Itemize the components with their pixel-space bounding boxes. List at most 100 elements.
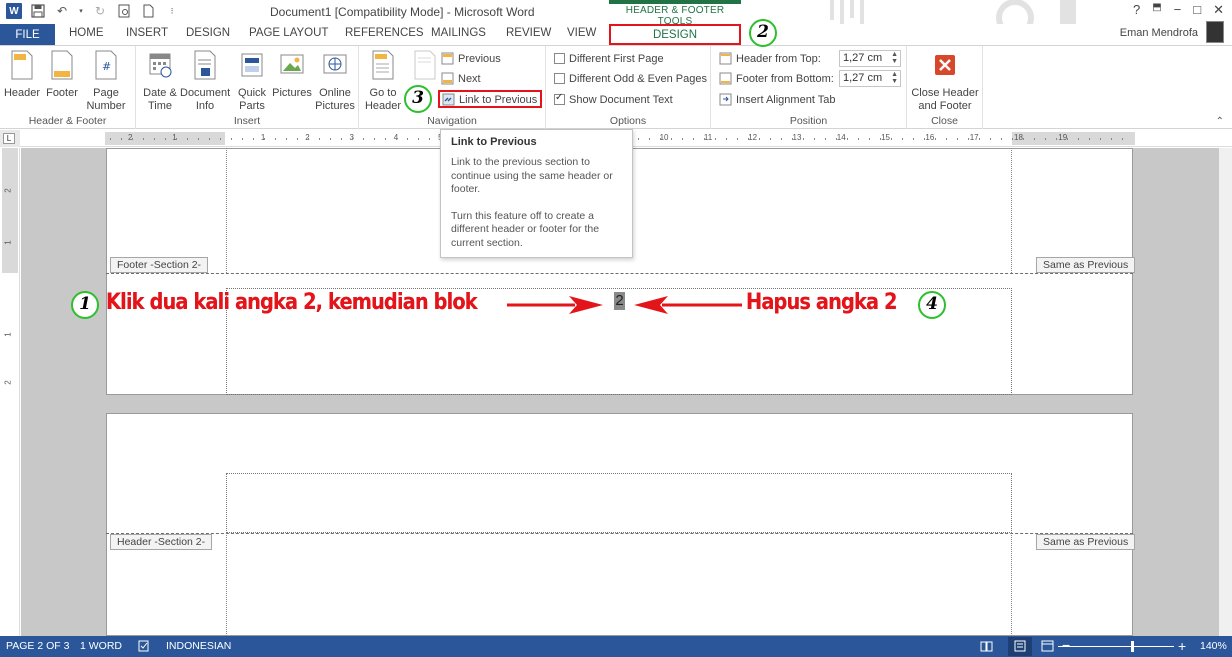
customize-qat-icon[interactable]: ⁝	[164, 3, 180, 19]
different-odd-even-checkbox[interactable]: Different Odd & Even Pages	[554, 70, 707, 87]
page-indicator[interactable]: PAGE 2 OF 3	[6, 640, 69, 652]
web-layout-icon[interactable]	[1041, 640, 1054, 655]
restore-icon[interactable]: □	[1193, 2, 1201, 18]
show-document-text-check[interactable]	[554, 92, 565, 105]
undo-dropdown-icon[interactable]: ▾	[78, 3, 84, 19]
language-indicator[interactable]: INDONESIAN	[166, 640, 231, 652]
footer-button[interactable]: Footer	[42, 50, 82, 100]
user-name[interactable]: Eman Mendrofa	[1120, 27, 1198, 39]
document-info-button[interactable]: Document Info	[180, 50, 230, 113]
margin-guide-left	[226, 148, 227, 273]
different-first-page-checkbox[interactable]: Different First Page	[554, 50, 664, 67]
pictures-button[interactable]: Pictures	[270, 50, 314, 100]
save-icon[interactable]	[30, 3, 46, 19]
spin-arrows-icon[interactable]: ▲ ▼	[891, 71, 898, 85]
redo-icon[interactable]: ↻	[92, 3, 108, 19]
group-navigation: Go to Header Previous Next Navigation	[359, 46, 546, 129]
online-pictures-icon	[323, 54, 347, 74]
ruler-number: 18	[1014, 133, 1023, 142]
tab-references[interactable]: REFERENCES	[345, 27, 424, 39]
help-icon[interactable]: ?	[1133, 2, 1140, 18]
word-app-icon[interactable]: W	[6, 3, 22, 19]
tab-view[interactable]: VIEW	[567, 27, 596, 39]
ruler-tick	[770, 138, 771, 140]
ruler-corner: L	[0, 130, 20, 147]
tab-design[interactable]: DESIGN	[186, 27, 230, 39]
undo-icon[interactable]: ↶	[54, 3, 70, 19]
document-title: Document1 [Compatibility Mode] - Microso…	[270, 5, 535, 19]
word-count[interactable]: 1 WORD	[80, 640, 122, 652]
header-from-top-input[interactable]: 1,27 cm ▲ ▼	[839, 50, 901, 67]
read-mode-icon[interactable]	[980, 640, 993, 655]
ruler-tick	[847, 138, 848, 140]
ruler-tick	[1012, 138, 1013, 140]
step-1-badge: 1	[71, 291, 99, 319]
page-number-button[interactable]: # Page Number	[84, 50, 128, 113]
zoom-level[interactable]: 140%	[1200, 640, 1227, 652]
ruler-tick	[660, 138, 661, 140]
footer-page-number[interactable]: 2	[614, 292, 625, 310]
go-to-header-button[interactable]: Go to Header	[363, 50, 403, 113]
ruler-tick	[638, 138, 639, 140]
ruler-number: 12	[748, 133, 758, 142]
proofing-icon[interactable]	[138, 640, 150, 655]
tab-file[interactable]: FILE	[0, 24, 55, 45]
title-bar: W ↶ ▾ ↻ ⁝ Document1 [Compatibility Mode]…	[0, 0, 1232, 37]
tab-home[interactable]: HOME	[69, 27, 104, 39]
show-document-text-checkbox[interactable]: Show Document Text	[554, 91, 673, 108]
status-bar: PAGE 2 OF 3 1 WORD INDONESIAN − + 140%	[0, 636, 1232, 657]
tab-mailings[interactable]: MAILINGS	[431, 27, 486, 39]
zoom-slider-thumb[interactable]	[1131, 641, 1135, 652]
ruler-tick	[407, 138, 408, 140]
ribbon-display-icon[interactable]: ⬒	[1152, 2, 1161, 18]
print-layout-icon[interactable]	[1008, 637, 1032, 656]
online-pictures-button[interactable]: Online Pictures	[314, 50, 356, 113]
tooltip-body-1: Link to the previous section to continue…	[451, 156, 613, 195]
ruler-tick	[242, 138, 243, 140]
arrow-left-icon	[634, 296, 742, 314]
zoom-slider-track[interactable]	[1058, 646, 1174, 647]
header-content-area[interactable]	[226, 473, 1012, 533]
close-header-footer-button[interactable]: Close Header and Footer	[911, 50, 979, 113]
tab-insert[interactable]: INSERT	[126, 27, 168, 39]
spin-arrows-icon[interactable]: ▲ ▼	[891, 51, 898, 65]
ruler-tick	[363, 138, 364, 140]
different-odd-even-check[interactable]	[554, 73, 565, 84]
header-button[interactable]: Header	[2, 50, 42, 100]
new-document-icon[interactable]	[140, 3, 156, 19]
user-avatar[interactable]	[1206, 21, 1224, 43]
tab-page-layout[interactable]: PAGE LAYOUT	[249, 27, 328, 39]
print-preview-icon[interactable]	[116, 3, 132, 19]
date-time-button[interactable]: Date & Time	[140, 50, 180, 113]
ruler-number: 15	[881, 133, 890, 142]
ruler-tick	[286, 138, 287, 140]
zoom-out-button[interactable]: −	[1062, 637, 1070, 653]
ribbon-tabs: FILE HOME INSERT DESIGN PAGE LAYOUT REFE…	[0, 24, 1232, 45]
different-first-page-check[interactable]	[554, 53, 565, 64]
next-button[interactable]: Next	[441, 70, 481, 87]
zoom-in-button[interactable]: +	[1178, 638, 1186, 654]
collapse-ribbon-icon[interactable]: ⌃	[1216, 116, 1224, 127]
ruler-tick	[1122, 138, 1123, 140]
quick-parts-button[interactable]: Quick Parts	[232, 50, 272, 113]
ruler-tick	[1089, 138, 1090, 140]
minimize-icon[interactable]: −	[1174, 2, 1182, 18]
tab-header-footer-design[interactable]: DESIGN	[609, 24, 741, 45]
footer-from-bottom-input[interactable]: 1,27 cm ▲ ▼	[839, 70, 901, 87]
ruler-tick	[671, 138, 672, 140]
vertical-scrollbar[interactable]	[1219, 148, 1232, 636]
group-label-navigation: Navigation	[427, 115, 477, 127]
ruler-tick	[715, 138, 716, 140]
annotation-left-text: Klik dua kali angka 2, kemudian blok	[106, 290, 478, 315]
go-to-footer-button[interactable]	[405, 50, 445, 87]
insert-alignment-tab-button[interactable]: Insert Alignment Tab	[719, 91, 835, 108]
tab-selector-button[interactable]: L	[3, 133, 15, 144]
alignment-tab-icon	[719, 93, 732, 106]
ruler-tick	[374, 138, 375, 140]
arrow-right-icon	[507, 296, 603, 314]
link-to-previous-button[interactable]: Link to Previous	[438, 90, 542, 108]
previous-button[interactable]: Previous	[441, 50, 501, 67]
close-window-icon[interactable]: ✕	[1213, 2, 1224, 18]
tab-review[interactable]: REVIEW	[506, 27, 551, 39]
close-icon	[935, 55, 955, 75]
